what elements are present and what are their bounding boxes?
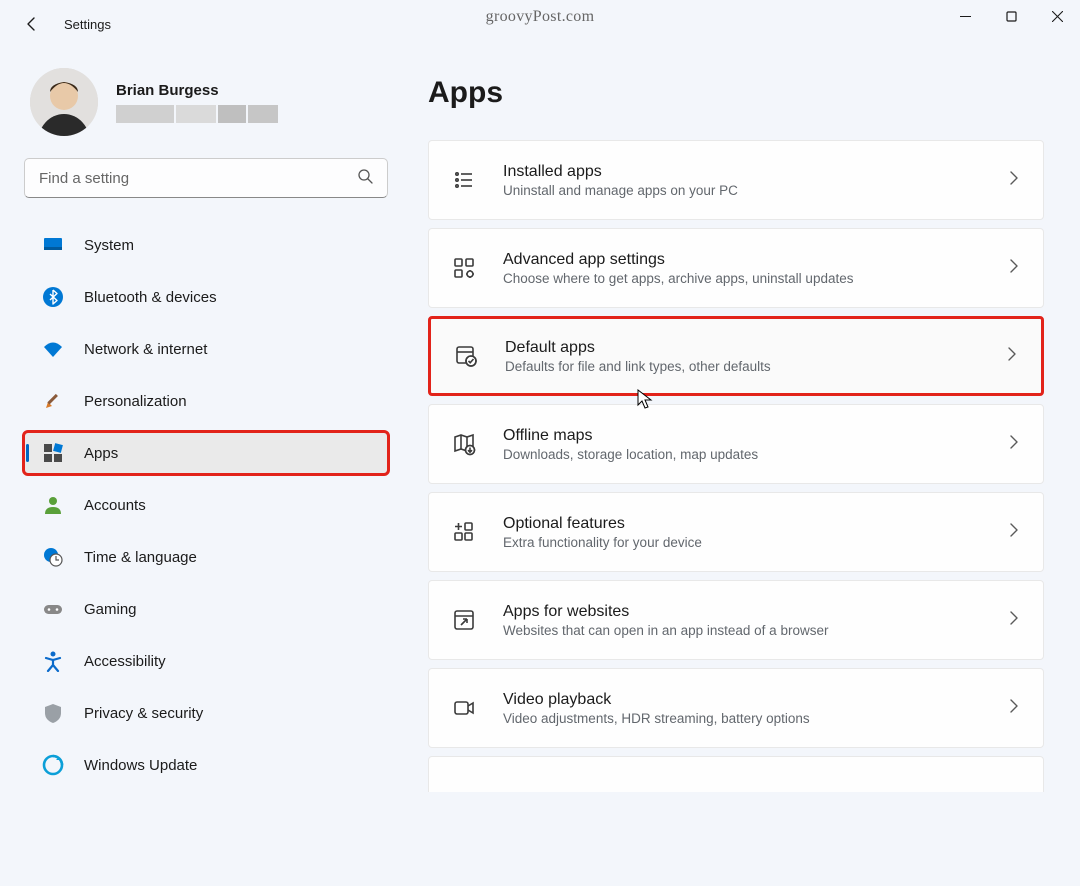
accessibility-icon [42, 650, 64, 672]
chevron-right-icon [1007, 435, 1021, 454]
list-icon [451, 167, 477, 193]
gamepad-icon [42, 598, 64, 620]
search-icon [357, 168, 373, 189]
nav-label: Apps [84, 445, 118, 462]
grid-gear-icon [451, 255, 477, 281]
sidebar-item-privacy[interactable]: Privacy & security [24, 692, 388, 734]
nav-label: Gaming [84, 601, 137, 618]
sidebar-item-apps[interactable]: Apps [24, 432, 388, 474]
clock-globe-icon [42, 546, 64, 568]
chevron-right-icon [1007, 171, 1021, 190]
grid-plus-icon [451, 519, 477, 545]
sidebar-item-system[interactable]: System [24, 224, 388, 266]
chevron-right-icon [1007, 699, 1021, 718]
startup-icon [451, 775, 477, 792]
card-optional-features[interactable]: Optional features Extra functionality for… [428, 492, 1044, 572]
card-default-apps[interactable]: Default apps Defaults for file and link t… [428, 316, 1044, 396]
window-title: Settings [64, 17, 111, 32]
window-arrow-icon [451, 607, 477, 633]
user-account[interactable]: Brian Burgess [24, 68, 388, 136]
card-desc: Downloads, storage location, map updates [503, 447, 981, 462]
chevron-right-icon [1007, 523, 1021, 542]
video-icon [451, 695, 477, 721]
nav-list: System Bluetooth & devices Network & int… [24, 224, 388, 786]
card-title: Optional features [503, 515, 981, 533]
card-startup[interactable] [428, 756, 1044, 792]
sidebar-item-time[interactable]: Time & language [24, 536, 388, 578]
page-title: Apps [428, 76, 1044, 110]
card-desc: Websites that can open in an app instead… [503, 623, 981, 638]
card-installed-apps[interactable]: Installed apps Uninstall and manage apps … [428, 140, 1044, 220]
search-input[interactable] [39, 170, 357, 187]
update-icon [42, 754, 64, 776]
user-email-redacted [116, 105, 278, 123]
brush-icon [42, 390, 64, 412]
system-icon [42, 234, 64, 256]
sidebar-item-gaming[interactable]: Gaming [24, 588, 388, 630]
watermark: groovyPost.com [486, 8, 595, 26]
nav-label: Time & language [84, 549, 197, 566]
chevron-right-icon [1007, 611, 1021, 630]
card-desc: Video adjustments, HDR streaming, batter… [503, 711, 981, 726]
maximize-button[interactable] [988, 0, 1034, 32]
avatar [30, 68, 98, 136]
sidebar-item-network[interactable]: Network & internet [24, 328, 388, 370]
card-desc: Choose where to get apps, archive apps, … [503, 271, 981, 286]
person-icon [42, 494, 64, 516]
card-offline-maps[interactable]: Offline maps Downloads, storage location,… [428, 404, 1044, 484]
card-title: Apps for websites [503, 603, 981, 621]
search-box[interactable] [24, 158, 388, 198]
sidebar: Brian Burgess System Bluetooth & devices… [0, 48, 400, 886]
sidebar-item-update[interactable]: Windows Update [24, 744, 388, 786]
nav-label: Accessibility [84, 653, 166, 670]
chevron-right-icon [1005, 347, 1019, 366]
nav-label: Bluetooth & devices [84, 289, 217, 306]
apps-icon [42, 442, 64, 464]
card-title: Offline maps [503, 427, 981, 445]
minimize-button[interactable] [942, 0, 988, 32]
sidebar-item-personalization[interactable]: Personalization [24, 380, 388, 422]
map-download-icon [451, 431, 477, 457]
card-apps-for-websites[interactable]: Apps for websites Websites that can open … [428, 580, 1044, 660]
sidebar-item-accessibility[interactable]: Accessibility [24, 640, 388, 682]
card-title: Default apps [505, 339, 979, 357]
main-panel: Apps Installed apps Uninstall and manage … [400, 48, 1080, 886]
back-button[interactable] [16, 8, 48, 40]
card-video-playback[interactable]: Video playback Video adjustments, HDR str… [428, 668, 1044, 748]
card-title: Video playback [503, 691, 981, 709]
nav-label: Accounts [84, 497, 146, 514]
wifi-icon [42, 338, 64, 360]
close-button[interactable] [1034, 0, 1080, 32]
card-desc: Uninstall and manage apps on your PC [503, 183, 981, 198]
nav-label: Network & internet [84, 341, 207, 358]
shield-icon [42, 702, 64, 724]
sidebar-item-accounts[interactable]: Accounts [24, 484, 388, 526]
nav-label: System [84, 237, 134, 254]
nav-label: Personalization [84, 393, 187, 410]
card-title: Installed apps [503, 163, 981, 181]
card-desc: Defaults for file and link types, other … [505, 359, 979, 374]
bluetooth-icon [42, 286, 64, 308]
nav-label: Windows Update [84, 757, 197, 774]
card-advanced-app-settings[interactable]: Advanced app settings Choose where to get… [428, 228, 1044, 308]
nav-label: Privacy & security [84, 705, 203, 722]
card-title: Advanced app settings [503, 251, 981, 269]
chevron-right-icon [1007, 259, 1021, 278]
user-name: Brian Burgess [116, 82, 278, 99]
card-desc: Extra functionality for your device [503, 535, 981, 550]
sidebar-item-bluetooth[interactable]: Bluetooth & devices [24, 276, 388, 318]
app-check-icon [453, 343, 479, 369]
